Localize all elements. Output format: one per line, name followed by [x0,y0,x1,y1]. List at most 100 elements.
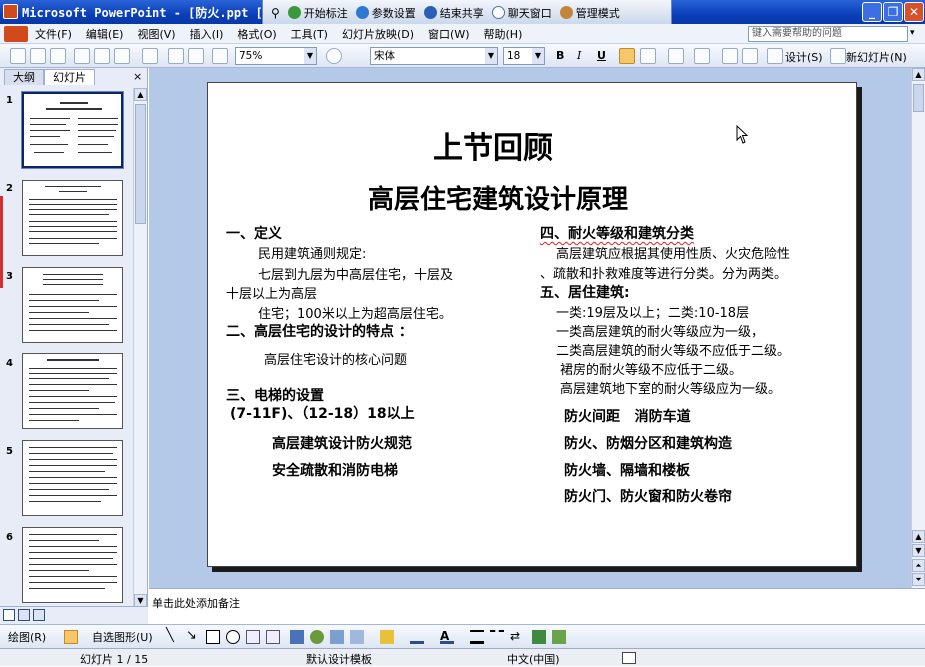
powerpoint-app-icon[interactable] [3,4,18,19]
wordart-icon[interactable] [290,630,304,644]
slide-thumbnail-6[interactable] [22,527,123,603]
menu-insert[interactable]: 插入(I) [183,26,231,42]
close-icon[interactable]: ✕ [904,2,924,22]
line-icon[interactable]: ╲ [166,629,180,644]
zoom-select[interactable]: 75% ▼ [235,47,317,65]
line-style-icon[interactable] [470,630,484,644]
cut-icon[interactable] [94,48,110,64]
draw-menu-button[interactable]: 绘图(R) [8,629,46,645]
next-slide-icon[interactable]: ⏷ [912,573,925,586]
dash-style-icon[interactable] [490,630,504,644]
indent-icon[interactable] [722,48,738,64]
help-icon[interactable] [326,48,342,64]
font-grow-icon[interactable] [694,48,710,64]
slide-thumbnail-3[interactable] [22,267,123,343]
font-size-select[interactable]: 18 ▼ [503,47,545,65]
menu-edit[interactable]: 编辑(E) [79,26,131,42]
menu-format[interactable]: 格式(O) [230,26,283,42]
slide-subtitle[interactable]: 高层住宅建筑设计原理 [368,179,628,216]
right-text: 防火门、防火窗和防火卷帘 [564,489,732,505]
tab-slides[interactable]: 幻灯片 [44,69,95,85]
align-left-icon[interactable] [619,48,635,64]
slide-scrollbar[interactable]: ▲ ▲ ▼ ⏶ ⏷ [911,68,925,588]
slide-thumbnail-4[interactable] [22,353,123,429]
param-settings-button[interactable]: 参数设置 [355,5,416,21]
menu-file[interactable]: 文件(F) [28,26,79,42]
tab-outline[interactable]: 大纲 [4,69,44,85]
fill-color-icon[interactable] [380,630,394,644]
ellipse-icon[interactable] [226,630,240,644]
chat-window-button[interactable]: 聊天窗口 [491,5,552,21]
menu-view[interactable]: 视图(V) [130,26,182,42]
end-share-button[interactable]: 结束共享 [423,5,484,21]
shadow-icon[interactable] [532,630,546,644]
admin-mode-button[interactable]: 管理模式 [559,5,620,21]
scroll-thumb[interactable] [913,84,924,112]
diagram-icon[interactable] [310,630,324,644]
line-color-icon[interactable] [410,630,424,644]
normal-view-icon[interactable] [3,609,15,621]
menu-window[interactable]: 窗口(W) [421,26,476,42]
slide-title[interactable]: 上节回顾 [433,123,553,167]
right-text: 、疏散和扑救难度等进行分类。分为两类。 [540,267,788,282]
vertical-textbox-icon[interactable] [266,630,280,644]
slide-canvas[interactable]: 上节回顾 高层住宅建筑设计原理 一、定义 民用建筑通则规定: 七层到九层为中高层… [207,82,857,567]
menu-slideshow[interactable]: 幻灯片放映(D) [335,26,421,42]
help-search-input[interactable]: 键入需要帮助的问题 [748,26,908,42]
scroll-thumb[interactable] [135,104,146,224]
notes-pane[interactable]: 单击此处添加备注 [149,588,925,620]
scroll-down-icon[interactable]: ▼ [912,544,925,557]
select-pointer-icon[interactable] [64,630,78,644]
design-button[interactable]: 设计(S) [785,49,823,65]
italic-button[interactable]: I [577,49,581,62]
copy-icon[interactable] [114,48,130,64]
scroll-up-icon[interactable]: ▲ [134,88,147,101]
textbox-icon[interactable] [246,630,260,644]
arrow-style-icon[interactable]: ⇄ [510,630,524,644]
chevron-down-icon: ▼ [532,48,544,64]
autoshapes-button[interactable]: 自选图形(U) [92,629,153,645]
start-annotate-button[interactable]: 开始标注 [287,5,348,21]
slide-thumbnail-5[interactable] [22,440,123,516]
help-dropdown-icon[interactable]: ▾ [910,28,915,38]
grid-icon[interactable] [212,48,228,64]
new-slide-button[interactable]: 新幻灯片(N) [846,49,907,65]
arrow-icon[interactable]: ↘ [186,629,200,644]
prev-slide-icon[interactable]: ⏶ [912,559,925,572]
document-icon[interactable] [4,25,28,42]
slideshow-view-icon[interactable] [33,609,45,621]
pin-icon[interactable]: ⚲ [271,6,280,20]
slides-pane-scrollbar[interactable]: ▲ ▼ [133,88,147,608]
font-color-icon[interactable]: A [440,630,454,644]
table-icon[interactable] [188,48,204,64]
picture-icon[interactable] [350,630,364,644]
new-slide-icon[interactable] [830,48,846,64]
outdent-icon[interactable] [742,48,758,64]
menu-help[interactable]: 帮助(H) [477,26,530,42]
clipart-icon[interactable] [330,630,344,644]
rectangle-icon[interactable] [206,630,220,644]
pane-close-icon[interactable]: × [133,70,142,83]
scroll-up-icon[interactable]: ▲ [912,530,925,543]
print-icon[interactable] [74,48,90,64]
chart-icon[interactable] [168,48,184,64]
bold-button[interactable]: B [556,49,564,62]
save-icon[interactable] [50,48,66,64]
font-select[interactable]: 宋体 ▼ [370,47,498,65]
spellcheck-icon[interactable] [622,652,636,664]
slide-thumbnail-1[interactable] [21,91,124,169]
restore-icon[interactable]: ❐ [883,2,903,22]
scroll-up-icon[interactable]: ▲ [912,68,925,81]
new-icon[interactable] [10,48,26,64]
underline-button[interactable]: U [597,49,606,62]
menu-tools[interactable]: 工具(T) [284,26,335,42]
open-icon[interactable] [30,48,46,64]
minimize-icon[interactable]: _ [862,2,882,22]
undo-icon[interactable] [142,48,158,64]
design-icon[interactable] [767,48,783,64]
slide-thumbnail-2[interactable] [22,180,123,256]
sorter-view-icon[interactable] [18,609,30,621]
numbering-icon[interactable] [668,48,684,64]
align-center-icon[interactable] [640,48,656,64]
3d-icon[interactable] [552,630,566,644]
